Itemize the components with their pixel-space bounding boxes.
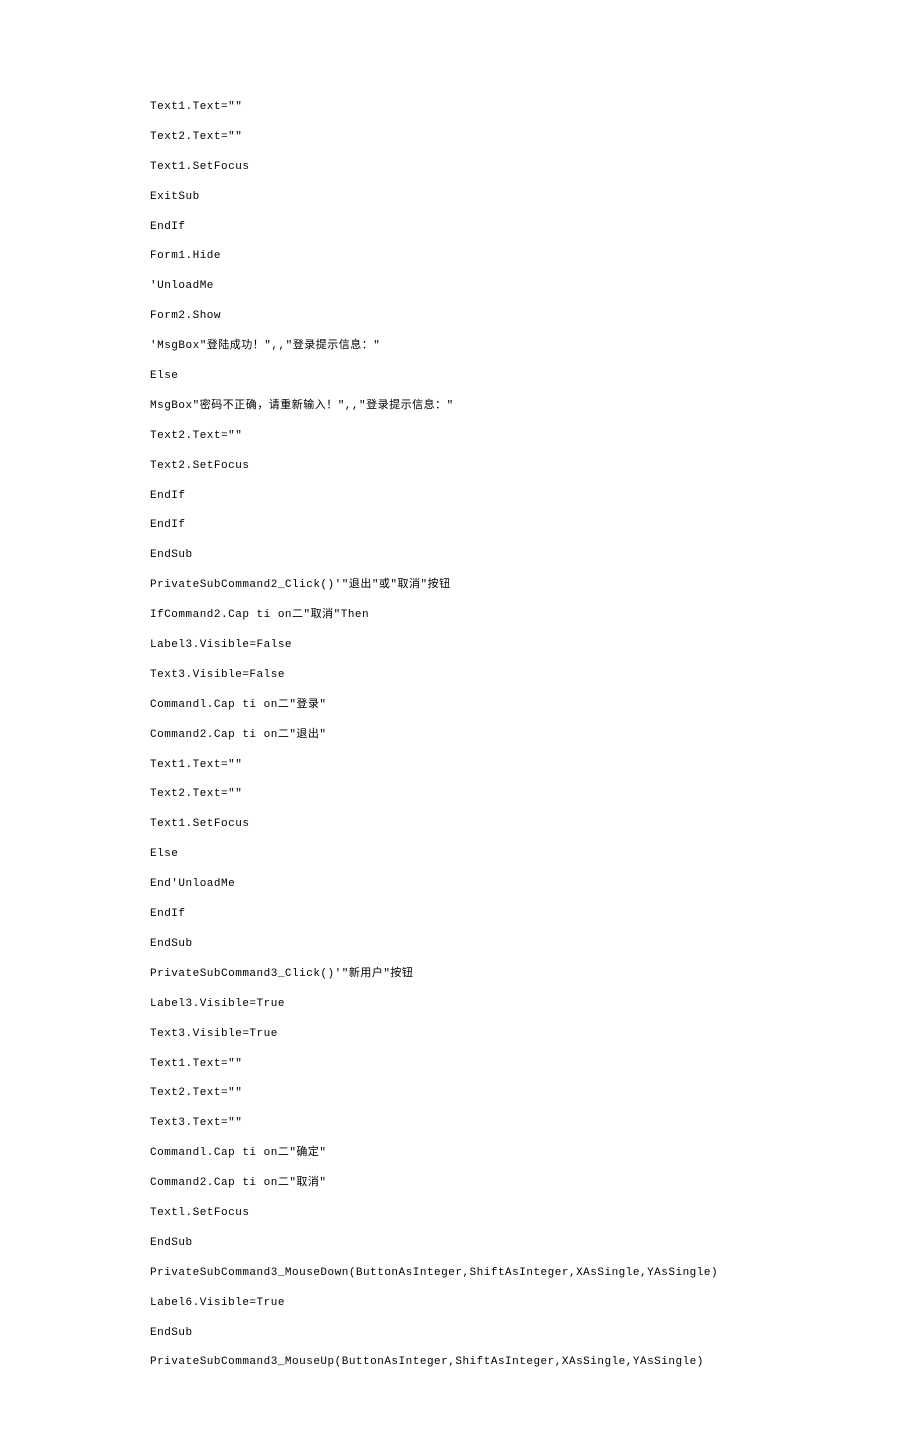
code-line: 'UnloadMe [150,279,770,294]
code-line: Text1.Text="" [150,758,770,773]
code-line: 'MsgBox"登陆成功！",,"登录提示信息：" [150,339,770,354]
code-line: Text1.Text="" [150,1057,770,1072]
code-line: PrivateSubCommand3_MouseDown(ButtonAsInt… [150,1266,770,1281]
code-line: PrivateSubCommand2_Click()'"退出"或"取消"按钮 [150,578,770,593]
code-line: IfCommand2.Cap ti on二"取消"Then [150,608,770,623]
code-line: Text2.SetFocus [150,459,770,474]
code-listing: Text1.Text="" Text2.Text="" Text1.SetFocus… [150,100,770,1371]
code-line: ExitSub [150,190,770,205]
code-line: EndIf [150,489,770,504]
code-line: Command2.Cap ti on二"取消" [150,1176,770,1191]
code-line: Label3.Visible=False [150,638,770,653]
code-line: Text2.Text="" [150,130,770,145]
code-line: Command2.Cap ti on二"退出" [150,728,770,743]
code-line: Form1.Hide [150,249,770,264]
code-line: PrivateSubCommand3_Click()'"新用户"按钮 [150,967,770,982]
code-line: Commandl.Cap ti on二"登录" [150,698,770,713]
code-line: Else [150,847,770,862]
code-line: Text3.Text="" [150,1116,770,1131]
code-line: Else [150,369,770,384]
code-line: Text2.Text="" [150,787,770,802]
code-line: Text1.SetFocus [150,817,770,832]
code-line: PrivateSubCommand3_MouseUp(ButtonAsInteg… [150,1355,770,1370]
code-line: Text1.SetFocus [150,160,770,175]
code-line: End'UnloadMe [150,877,770,892]
code-line: Text2.Text="" [150,1086,770,1101]
code-line: Label3.Visible=True [150,997,770,1012]
code-line: EndSub [150,937,770,952]
code-line: Textl.SetFocus [150,1206,770,1221]
code-line: Text2.Text="" [150,429,770,444]
code-line: EndSub [150,1326,770,1341]
code-line: Label6.Visible=True [150,1296,770,1311]
code-line: EndIf [150,907,770,922]
code-line: EndSub [150,548,770,563]
code-line: EndSub [150,1236,770,1251]
code-line: EndIf [150,518,770,533]
code-line: Text3.Visible=True [150,1027,770,1042]
code-line: Form2.Show [150,309,770,324]
code-line: EndIf [150,220,770,235]
code-line: Text3.Visible=False [150,668,770,683]
code-line: MsgBox"密码不正确，请重新输入！",,"登录提示信息：" [150,399,770,414]
code-line: Text1.Text="" [150,100,770,115]
code-line: Commandl.Cap ti on二"确定" [150,1146,770,1161]
